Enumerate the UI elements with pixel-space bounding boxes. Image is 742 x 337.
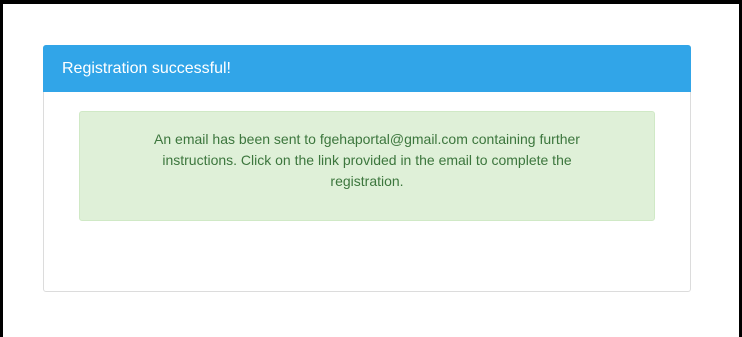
alert-line-1: An email has been sent to fgehaportal@gm… xyxy=(154,131,580,147)
success-alert: An email has been sent to fgehaportal@gm… xyxy=(79,111,655,221)
registration-panel: Registration successful! An email has be… xyxy=(43,45,691,292)
panel-title: Registration successful! xyxy=(43,45,691,92)
alert-line-3: registration. xyxy=(330,173,404,189)
frame-gap xyxy=(3,4,11,335)
alert-line-2: instructions. Click on the link provided… xyxy=(162,152,572,168)
